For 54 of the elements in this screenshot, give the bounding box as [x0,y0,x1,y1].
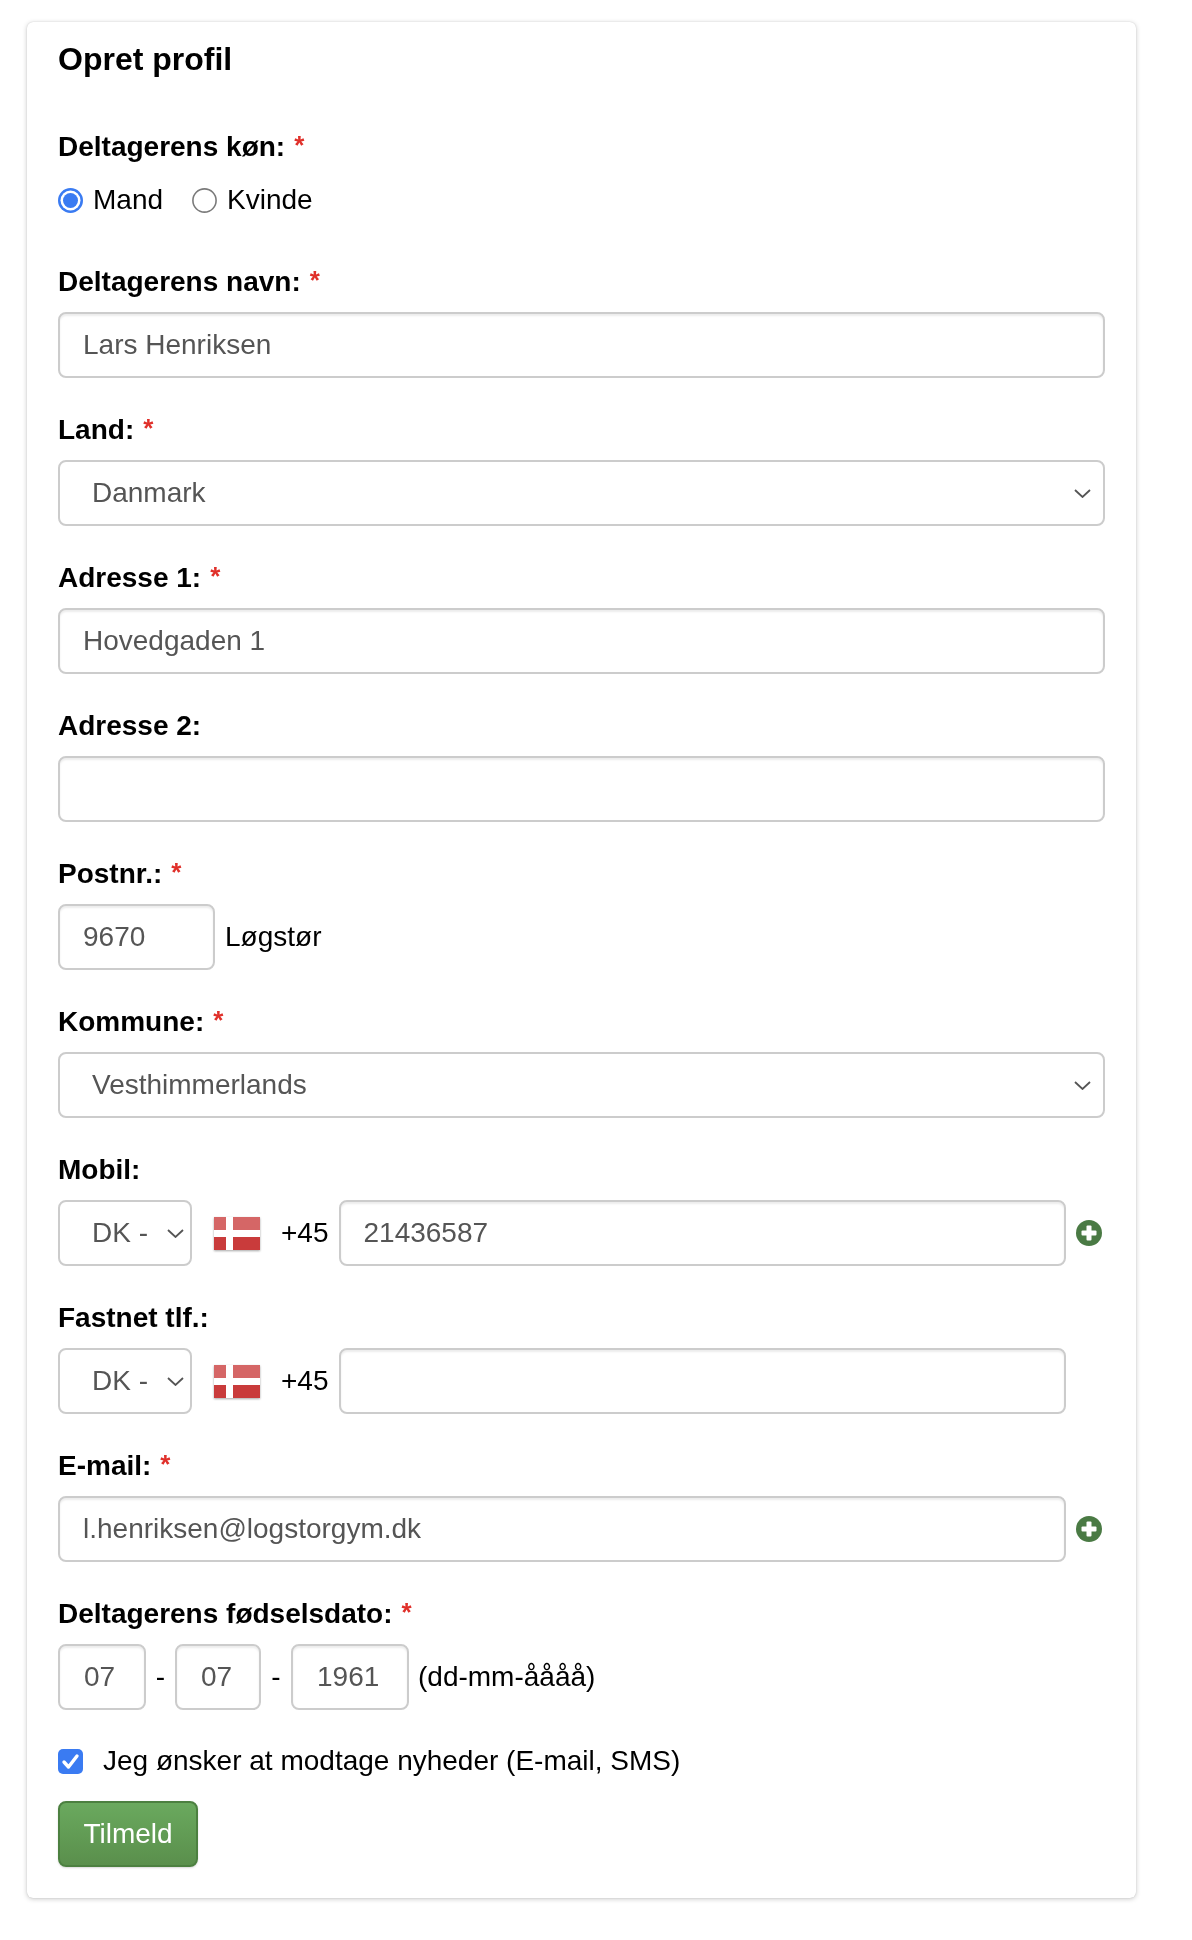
field-label: Deltagerens køn: [58,130,286,164]
required-mark: * [309,264,320,296]
date-field[interactable]: 1961 [291,1644,409,1710]
date-separator: - [154,1660,167,1694]
chevron-down-icon [167,1228,184,1238]
required-mark: * [294,129,305,161]
form-title: Opret profil [58,40,233,79]
city-name: Løgstør [225,920,322,954]
radio-label: Mand [93,183,164,217]
plus-circle-icon[interactable] [1076,1516,1102,1542]
dial-code: +45 [281,1364,329,1398]
date-format-hint: (dd-mm-åååå) [418,1660,596,1694]
required-mark: * [401,1596,412,1628]
dial-code: +45 [281,1216,329,1250]
input-field[interactable] [58,756,1105,822]
radio-button[interactable] [58,187,83,213]
date-field[interactable]: 07 [58,1644,146,1710]
phone-field[interactable]: 21436587 [338,1200,1066,1266]
chevron-down-icon [167,1376,184,1386]
field-label: Postnr.: [58,857,163,891]
chevron-down-icon [1074,1080,1091,1090]
input-field[interactable]: Hovedgaden 1 [58,608,1105,674]
required-mark: * [160,1448,171,1480]
checkbox[interactable] [58,1748,83,1774]
field-label: Land: [58,413,135,447]
field-label: Adresse 2: [58,709,202,743]
chevron-down-icon [1074,488,1091,498]
phone-field[interactable] [338,1348,1066,1414]
radio-button[interactable] [192,187,218,213]
field-label: Kommune: [58,1005,205,1039]
required-mark: * [171,856,182,888]
country-code-dropdown[interactable]: DK - [58,1200,192,1266]
checkbox-label: Jeg ønsker at modtage nyheder (E-mail, SMS) [103,1744,681,1778]
country-code-dropdown[interactable]: DK - [58,1348,192,1414]
field-label: Deltagerens navn: [58,265,301,299]
input-field[interactable]: Lars Henriksen [58,312,1105,378]
required-mark: * [210,560,221,592]
radio-label: Kvinde [227,183,313,217]
input-field[interactable]: l.henriksen@logstorgym.dk [58,1496,1066,1562]
field-label: Fastnet tlf.: [58,1301,209,1335]
field-label: Adresse 1: [58,561,202,595]
required-mark: * [143,412,154,444]
field-label: Mobil: [58,1153,141,1187]
date-field[interactable]: 07 [175,1644,261,1710]
flag-icon [214,1364,260,1398]
dropdown[interactable]: Danmark [58,460,1105,526]
field-label: Deltagerens fødselsdato: [58,1597,393,1631]
plus-circle-icon[interactable] [1076,1220,1102,1246]
field-label: E-mail: [58,1449,152,1483]
postal-code-field[interactable]: 9670 [58,904,215,970]
required-mark: * [213,1004,224,1036]
flag-icon [214,1216,260,1250]
dropdown[interactable]: Vesthimmerlands [58,1052,1105,1118]
date-separator: - [270,1660,282,1694]
